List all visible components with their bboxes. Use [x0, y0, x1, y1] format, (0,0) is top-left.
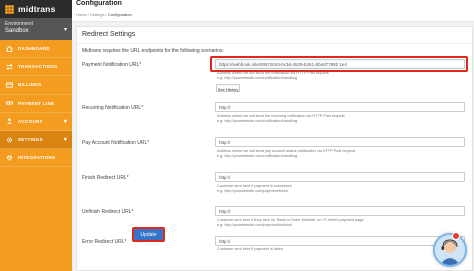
link-icon — [6, 100, 13, 106]
finish-redirect-label: Finish Redirect URL* — [82, 175, 129, 181]
sidebar-item-label: DASHBOARD — [18, 46, 50, 52]
breadcrumb-home[interactable]: Home — [76, 12, 87, 17]
unfinish-redirect-help: Customer sent here if they click on 'Bac… — [217, 218, 364, 229]
environment-switcher[interactable]: Environment Sandbox — [0, 18, 72, 40]
error-redirect-help: Customer sent here if payment is failed — [217, 247, 283, 252]
card-title: Redirect Settings — [82, 31, 136, 38]
unfinish-redirect-label: Unfinish Redirect URL* — [82, 209, 134, 215]
finish-redirect-help: Customer sent here if payment is success… — [217, 184, 292, 195]
sidebar-item-label: SETTINGS — [18, 137, 43, 143]
recurring-notification-label: Recurring Notification URL* — [82, 105, 144, 111]
environment-value: Sandbox — [5, 28, 29, 34]
breadcrumb-separator: / — [87, 12, 89, 17]
see-history-button[interactable]: See History — [216, 84, 240, 92]
environment-label: Environment — [5, 21, 34, 27]
sidebar: midtrans Environment Sandbox ▾ DASHBOARD… — [0, 0, 72, 271]
sidebar-item-label: PAYMENT LINK — [18, 100, 55, 106]
sidebar-item-integrations[interactable]: INTEGRATIONS — [0, 149, 72, 168]
gear-icon — [6, 136, 13, 143]
sidebar-item-transactions[interactable]: TRANSACTIONS — [0, 58, 72, 77]
sidebar-item-account[interactable]: ACCOUNT ▾ — [0, 113, 72, 131]
brand-bar: midtrans — [0, 0, 72, 18]
sidebar-item-billings[interactable]: BILLINGS — [0, 76, 72, 95]
finish-redirect-input[interactable]: http:// — [215, 172, 465, 182]
divider — [77, 43, 472, 44]
billing-icon — [6, 82, 13, 88]
highlight-box — [210, 56, 468, 72]
sidebar-item-payment-link[interactable]: PAYMENT LINK — [0, 95, 72, 113]
pay-account-notification-help: Address where we will send pay account s… — [217, 149, 355, 160]
error-redirect-label: Error Redirect URL* — [82, 239, 127, 245]
transactions-icon — [6, 63, 13, 70]
breadcrumb-settings[interactable]: Settings — [90, 12, 104, 17]
sidebar-item-label: TRANSACTIONS — [18, 64, 58, 70]
chevron-down-icon: ▾ — [63, 118, 67, 125]
recurring-notification-input[interactable]: http:// — [215, 102, 465, 112]
help-example: e.g: http://yourwebsite.com/notification… — [217, 119, 297, 124]
unfinish-redirect-input[interactable]: http:// — [215, 206, 465, 216]
support-agent-icon — [435, 235, 465, 265]
chevron-down-icon[interactable]: ▾ — [64, 26, 67, 33]
home-icon — [6, 45, 13, 52]
page-header: Configuration Home / Settings / Configur… — [72, 0, 474, 22]
update-button[interactable]: Update — [134, 229, 163, 240]
pay-account-notification-input[interactable]: http:// — [215, 137, 465, 147]
chevron-down-icon: ▾ — [63, 137, 67, 144]
sidebar-item-label: ACCOUNT — [18, 118, 43, 124]
sidebar-item-dashboard[interactable]: DASHBOARD — [0, 40, 72, 59]
error-redirect-input[interactable]: http:// — [215, 236, 465, 246]
plug-icon — [6, 155, 13, 161]
help-example: e.g: http://yourwebsite.com/notification… — [217, 76, 297, 81]
breadcrumb-current: Configuration — [107, 12, 132, 17]
sidebar-nav: DASHBOARD TRANSACTIONS BILLINGS PAYMENT … — [0, 40, 72, 168]
sidebar-item-label: INTEGRATIONS — [18, 155, 56, 161]
sidebar-item-settings[interactable]: SETTINGS ▾ — [0, 130, 72, 150]
help-text: Customer sent here if payment is failed — [217, 247, 283, 251]
user-icon — [6, 118, 13, 125]
recurring-notification-help: Address where we will send the recurring… — [217, 114, 345, 125]
payment-notification-help: Address where we will send the notificat… — [217, 71, 329, 82]
payment-notification-label: Payment Notification URL* — [82, 62, 142, 68]
pay-account-notification-label: Pay Account Notification URL* — [82, 140, 150, 146]
breadcrumb: Home / Settings / Configuration — [76, 12, 132, 17]
chat-avatar[interactable] — [433, 233, 467, 267]
sidebar-item-label: BILLINGS — [18, 82, 42, 88]
notification-badge — [452, 232, 460, 240]
help-example: e.g: http://yourwebsite.com/notification… — [217, 154, 297, 159]
help-example: e.g: http://yourwebsite.com/payment/unfi… — [217, 223, 293, 228]
help-example: e.g: http://yourwebsite.com/payment/fini… — [217, 189, 288, 194]
card-intro: Midtrans requires the URL endpoints for … — [82, 48, 224, 54]
breadcrumb-separator: / — [105, 12, 107, 17]
midtrans-logo-icon — [5, 4, 14, 14]
page-title: Configuration — [76, 0, 122, 7]
brand-name: midtrans — [18, 4, 56, 14]
